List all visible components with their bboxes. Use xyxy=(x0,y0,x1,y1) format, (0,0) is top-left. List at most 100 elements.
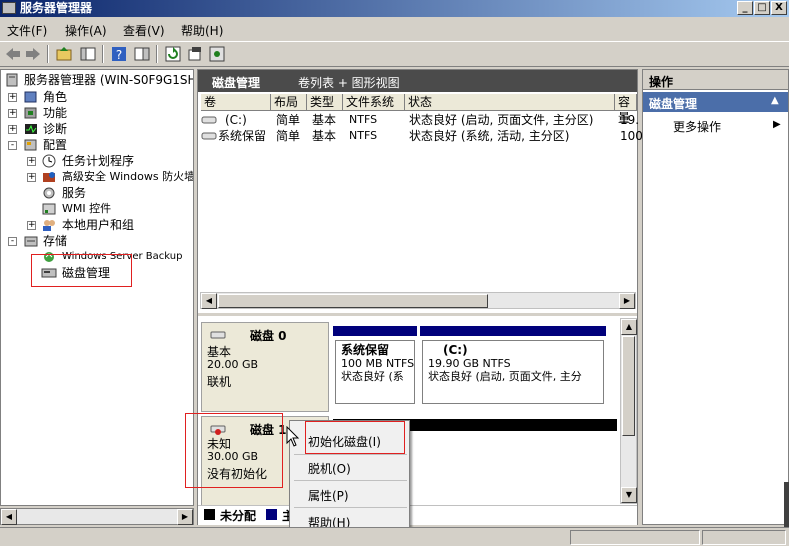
cell-status: 状态良好 (系统, 活动, 主分区) xyxy=(409,129,570,143)
scroll-left-button[interactable]: ◀ xyxy=(201,293,217,309)
legend: 未分配 主 xyxy=(198,505,637,524)
submenu-arrow-icon: ▶ xyxy=(773,119,781,130)
expander[interactable]: - xyxy=(8,237,17,246)
col-filesystem[interactable]: 文件系统 xyxy=(343,94,405,111)
scroll-right-button[interactable]: ▶ xyxy=(177,509,193,525)
legend-unallocated-label: 未分配 xyxy=(220,509,257,523)
maximize-button[interactable]: □ xyxy=(754,1,770,15)
partition-name: (C:) xyxy=(443,343,468,357)
expander[interactable]: + xyxy=(27,173,36,182)
graphical-vscroll[interactable]: ▲ ▼ xyxy=(620,318,637,504)
col-volume[interactable]: 卷 xyxy=(201,94,271,111)
tree-item-features[interactable]: 功能 xyxy=(43,105,67,121)
disk0-name: 磁盘 0 xyxy=(250,329,287,343)
tree-item-diagnostics[interactable]: 诊断 xyxy=(43,121,67,137)
cell-filesystem: NTFS xyxy=(349,113,378,126)
cell-layout: 简单 xyxy=(276,129,301,143)
menu-bar: 文件(F) 操作(A) 查看(V) 帮助(H) xyxy=(0,18,789,40)
window-title-bar: 服务器管理器 _ □ X xyxy=(0,0,789,17)
tree-horizontal-scrollbar[interactable]: ◀ ▶ xyxy=(0,508,194,525)
pane-header: 磁盘管理 卷列表 + 图形视图 xyxy=(198,70,637,92)
properties-panel-icon[interactable] xyxy=(133,45,151,63)
partition-status: 状态良好 (系 xyxy=(341,370,404,383)
highlight-box xyxy=(31,254,132,287)
tree-root-label: 服务器管理器 (WIN-S0F9G1SH9I xyxy=(24,73,194,87)
col-capacity[interactable]: 容量 xyxy=(615,94,637,125)
tree-item-storage[interactable]: 存储 xyxy=(43,233,67,249)
scroll-thumb[interactable] xyxy=(622,336,635,436)
cell-type: 基本 xyxy=(312,113,337,127)
refresh-icon[interactable] xyxy=(164,45,182,63)
toolbar-separator xyxy=(102,45,104,63)
scroll-down-button[interactable]: ▼ xyxy=(621,487,637,503)
disk0-info[interactable]: 磁盘 0 基本 20.00 GB 联机 xyxy=(201,322,329,412)
firewall-icon xyxy=(43,172,55,182)
collapse-icon[interactable]: ▲ xyxy=(771,95,779,106)
tree-item-local-users[interactable]: 本地用户和组 xyxy=(62,217,134,233)
status-panel xyxy=(570,530,700,545)
storage-icon xyxy=(24,236,38,247)
scroll-thumb[interactable] xyxy=(218,294,488,308)
expander[interactable]: + xyxy=(27,221,36,230)
help-icon[interactable]: ? xyxy=(110,45,128,63)
expander[interactable]: + xyxy=(8,93,17,102)
highlight-box xyxy=(305,421,405,454)
disk0-size: 20.00 GB xyxy=(207,358,259,371)
partition-size: 19.90 GB NTFS xyxy=(428,357,511,370)
cell-layout: 简单 xyxy=(276,113,301,127)
tree-item-configuration[interactable]: 配置 xyxy=(43,137,67,153)
svg-text:?: ? xyxy=(116,48,122,62)
menu-help[interactable]: 帮助(H) xyxy=(181,22,223,39)
menu-separator xyxy=(294,507,407,508)
server-icon xyxy=(6,73,18,87)
more-actions[interactable]: 更多操作 xyxy=(673,118,721,135)
tree-item-task-scheduler[interactable]: 任务计划程序 xyxy=(62,153,134,169)
menu-view[interactable]: 查看(V) xyxy=(123,22,165,39)
expander[interactable]: + xyxy=(8,125,17,134)
expander[interactable]: - xyxy=(8,141,17,150)
cell-status: 状态良好 (启动, 页面文件, 主分区) xyxy=(409,113,594,127)
scroll-right-button[interactable]: ▶ xyxy=(619,293,635,309)
partition-c[interactable]: (C:) 19.90 GB NTFS 状态良好 (启动, 页面文件, 主分 xyxy=(422,340,604,404)
disk-icon xyxy=(210,331,226,339)
mouse-cursor-icon xyxy=(286,426,300,447)
forward-arrow-icon[interactable] xyxy=(24,45,42,63)
col-type[interactable]: 类型 xyxy=(307,94,343,111)
volume-icon xyxy=(201,116,217,124)
tree-item-wmi[interactable]: WMI 控件 xyxy=(62,201,111,217)
tree-item-roles[interactable]: 角色 xyxy=(43,89,67,105)
tree-item-services[interactable]: 服务 xyxy=(62,185,86,201)
cell-filesystem: NTFS xyxy=(349,129,378,142)
menu-properties[interactable]: 属性(P) xyxy=(308,487,349,504)
export-icon[interactable] xyxy=(186,45,204,63)
configuration-icon xyxy=(24,139,37,151)
partition-system-reserved[interactable]: 系统保留 100 MB NTFS 状态良好 (系 xyxy=(335,340,415,404)
scroll-left-button[interactable]: ◀ xyxy=(1,509,17,525)
window-title: 服务器管理器 xyxy=(20,1,93,15)
expander[interactable]: + xyxy=(27,157,36,166)
minimize-button[interactable]: _ xyxy=(737,1,753,15)
wmi-control-icon xyxy=(42,203,56,215)
roles-icon xyxy=(24,91,37,103)
actions-section-title: 磁盘管理 xyxy=(649,97,698,111)
col-status[interactable]: 状态 xyxy=(405,94,615,111)
cell-capacity: 100 xyxy=(620,129,643,143)
volume-list-hscroll[interactable]: ◀ ▶ xyxy=(200,292,636,309)
expander[interactable]: + xyxy=(8,109,17,118)
show-hide-tree-icon[interactable] xyxy=(79,45,97,63)
tree-item-firewall[interactable]: 高级安全 Windows 防火墙 xyxy=(62,169,193,185)
features-icon xyxy=(24,107,37,119)
back-arrow-icon[interactable] xyxy=(4,45,22,63)
menu-offline[interactable]: 脱机(O) xyxy=(308,460,351,477)
col-layout[interactable]: 布局 xyxy=(271,94,307,111)
settings-icon[interactable] xyxy=(208,45,226,63)
menu-action[interactable]: 操作(A) xyxy=(65,22,107,39)
toolbar-separator xyxy=(47,45,49,63)
legend-primary-swatch xyxy=(266,509,277,520)
actions-section[interactable]: 磁盘管理 ▲ xyxy=(643,92,788,112)
scroll-up-button[interactable]: ▲ xyxy=(621,319,637,335)
menu-file[interactable]: 文件(F) xyxy=(7,22,47,39)
services-gear-icon xyxy=(43,187,55,199)
close-button[interactable]: X xyxy=(771,1,787,15)
up-folder-icon[interactable] xyxy=(55,45,73,63)
